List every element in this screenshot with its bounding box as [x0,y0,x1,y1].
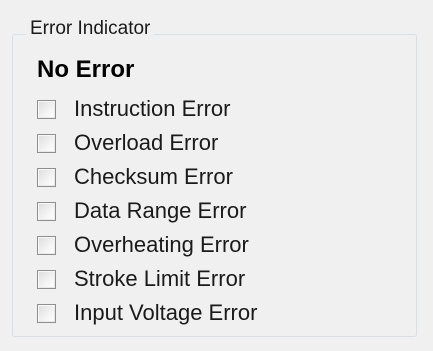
error-checkbox-list: Instruction Error Overload Error Checksu… [37,92,367,330]
error-row-overheating[interactable]: Overheating Error [37,228,367,262]
error-indicator-panel: Error Indicator No Error Instruction Err… [0,0,433,351]
error-row-instruction[interactable]: Instruction Error [37,92,367,126]
error-label: Stroke Limit Error [74,266,246,291]
error-label: Overload Error [74,130,219,155]
error-label: Data Range Error [74,198,247,223]
stroke-limit-error-checkbox[interactable] [37,269,56,289]
error-label: Input Voltage Error [74,300,258,325]
groupbox-title: Error Indicator [26,17,155,41]
error-status-text: No Error [37,56,135,83]
error-label: Checksum Error [74,164,233,189]
error-row-input-voltage[interactable]: Input Voltage Error [37,296,367,330]
error-row-overload[interactable]: Overload Error [37,126,367,160]
checksum-error-checkbox[interactable] [37,167,56,187]
error-row-stroke-limit[interactable]: Stroke Limit Error [37,262,367,296]
error-row-data-range[interactable]: Data Range Error [37,194,367,228]
overload-error-checkbox[interactable] [37,133,56,153]
overheating-error-checkbox[interactable] [37,235,56,255]
data-range-error-checkbox[interactable] [37,201,56,221]
input-voltage-error-checkbox[interactable] [37,303,56,323]
instruction-error-checkbox[interactable] [37,99,56,119]
error-label: Instruction Error [74,96,231,121]
error-label: Overheating Error [74,232,249,257]
error-row-checksum[interactable]: Checksum Error [37,160,367,194]
